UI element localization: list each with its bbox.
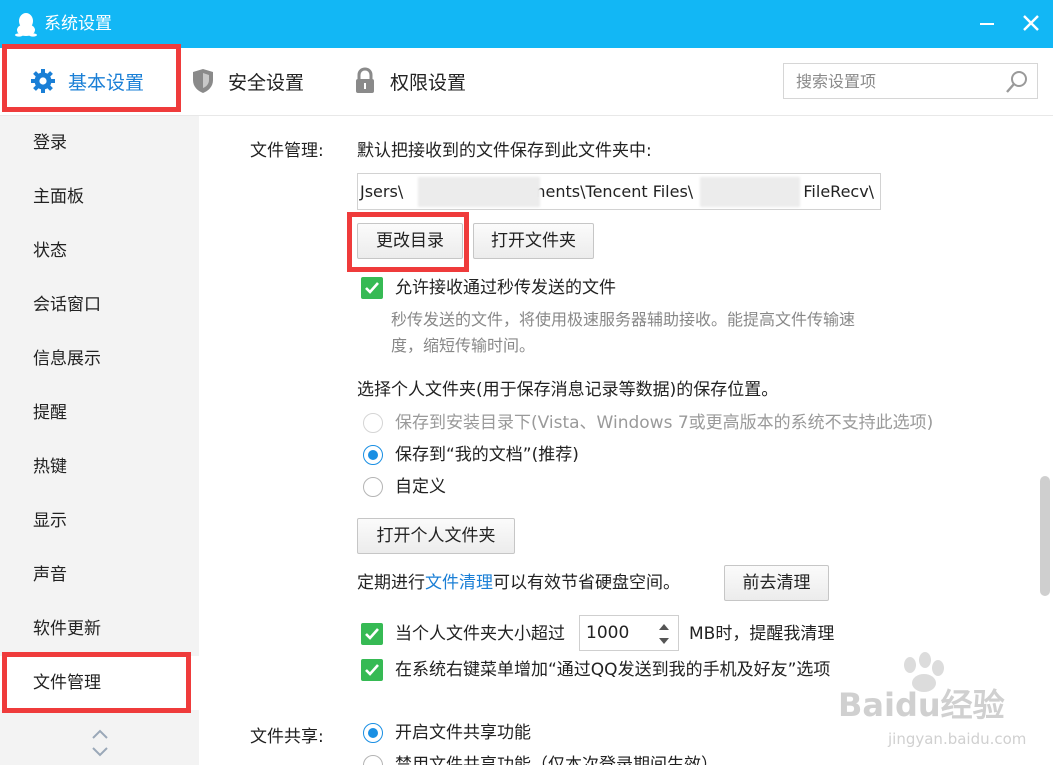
radio-enable-sharing[interactable] [363, 723, 383, 743]
redacted-blur [418, 177, 540, 207]
file-cleanup-link[interactable]: 文件清理 [425, 573, 493, 593]
cleanup-prefix: 定期进行 [357, 573, 425, 593]
radio-my-documents[interactable] [363, 445, 383, 465]
radio-my-documents-label: 保存到“我的文档”(推荐) [395, 445, 579, 465]
radio-install-dir [363, 413, 383, 433]
checkmark-icon [365, 664, 379, 676]
baidu-watermark: Baidu经验 jingyan.baidu.com [830, 650, 1040, 760]
size-alert-checkbox[interactable] [361, 623, 383, 645]
radio-install-dir-label: 保存到安装目录下(Vista、Windows 7或更高版本的系统不支持此选项) [395, 413, 934, 433]
stepper-arrows-icon[interactable] [656, 620, 672, 648]
search-icon[interactable] [1005, 70, 1029, 94]
size-alert-label-before: 当个人文件夹大小超过 [395, 624, 565, 644]
shield-icon [190, 67, 216, 95]
allow-instant-label: 允许接收通过秒传发送的文件 [395, 278, 616, 298]
cleanup-suffix: 可以有效节省硬盘空间。 [493, 573, 680, 593]
highlight-basic-settings [2, 44, 181, 112]
tab-security-label: 安全设置 [228, 71, 305, 94]
file-sharing-section-label: 文件共享: [250, 727, 324, 747]
enable-sharing-label: 开启文件共享功能 [395, 723, 531, 743]
scroll-more-icon[interactable] [88, 726, 112, 760]
disable-sharing-label: 禁用文件共享功能（仅本次登录期间生效） [395, 755, 718, 765]
sidebar-item-software-update[interactable]: 软件更新 [0, 602, 199, 656]
close-icon [1023, 15, 1039, 31]
radio-custom[interactable] [363, 477, 383, 497]
file-management-section-label: 文件管理: [250, 141, 324, 161]
radio-disable-sharing[interactable] [363, 755, 383, 765]
sidebar-item-reminder[interactable]: 提醒 [0, 386, 199, 440]
highlight-change-directory [347, 212, 469, 272]
tab-security-settings[interactable]: 安全设置 [190, 48, 304, 114]
settings-window: 系统设置 基本设置 安全设置 权限设置 搜索设置项 登录 主面板 状态 会话窗口… [0, 0, 1053, 765]
sidebar-item-sound[interactable]: 声音 [0, 548, 199, 602]
default-folder-text: 默认把接收到的文件保存到此文件夹中: [357, 141, 652, 161]
size-limit-value: 1000 [586, 623, 630, 643]
sidebar-item-main-panel[interactable]: 主面板 [0, 170, 199, 224]
highlight-file-management [2, 652, 191, 713]
personal-folder-text: 选择个人文件夹(用于保存消息记录等数据)的保存位置。 [357, 380, 779, 400]
sidebar-item-display[interactable]: 显示 [0, 494, 199, 548]
watermark-brand: Baidu经验 [838, 686, 1005, 724]
size-limit-stepper[interactable]: 1000 [579, 615, 679, 651]
path-middle: nents\Tencent Files\ [535, 182, 694, 201]
allow-instant-desc-2: 度，缩短传输时间。 [391, 336, 536, 355]
minimize-button[interactable] [972, 8, 1002, 38]
title-bar: 系统设置 [0, 0, 1053, 48]
cleanup-text: 定期进行文件清理可以有效节省硬盘空间。 [357, 572, 680, 594]
context-menu-checkbox[interactable] [361, 659, 383, 681]
allow-instant-desc-1: 秒传发送的文件，将使用极速服务器辅助接收。能提高文件传输速 [391, 310, 856, 329]
redacted-blur [700, 177, 800, 207]
tab-permission-settings[interactable]: 权限设置 [352, 48, 466, 114]
checkmark-icon [365, 628, 379, 640]
path-suffix: FileRecv\ [803, 182, 875, 201]
allow-instant-checkbox[interactable] [361, 277, 383, 299]
tab-permission-label: 权限设置 [390, 71, 467, 94]
scrollbar-thumb[interactable] [1040, 476, 1050, 596]
minimize-icon [980, 23, 994, 25]
search-input[interactable] [784, 64, 999, 98]
close-button[interactable] [1016, 8, 1046, 38]
sidebar-item-info-display[interactable]: 信息展示 [0, 332, 199, 386]
open-personal-folder-button[interactable]: 打开个人文件夹 [357, 518, 515, 554]
path-prefix: Jsers\ [360, 182, 404, 201]
go-cleanup-button[interactable]: 前去清理 [724, 565, 829, 601]
sidebar-item-hotkeys[interactable]: 热键 [0, 440, 199, 494]
open-folder-button[interactable]: 打开文件夹 [473, 223, 594, 259]
search-box [783, 63, 1038, 99]
sidebar-item-status[interactable]: 状态 [0, 224, 199, 278]
sidebar-item-chat-window[interactable]: 会话窗口 [0, 278, 199, 332]
checkmark-icon [365, 282, 379, 294]
size-alert-label-after: MB时，提醒我清理 [689, 624, 835, 644]
lock-icon [352, 67, 378, 95]
penguin-icon [15, 13, 37, 37]
save-path-field[interactable]: Jsers\ nents\Tencent Files\ FileRecv\ [357, 173, 881, 210]
radio-custom-label: 自定义 [395, 477, 446, 497]
watermark-url: jingyan.baidu.com [888, 730, 1027, 748]
context-menu-label: 在系统右键菜单增加“通过QQ发送到我的手机及好友”选项 [395, 660, 831, 680]
window-title: 系统设置 [44, 14, 112, 34]
sidebar-item-login[interactable]: 登录 [0, 116, 199, 170]
